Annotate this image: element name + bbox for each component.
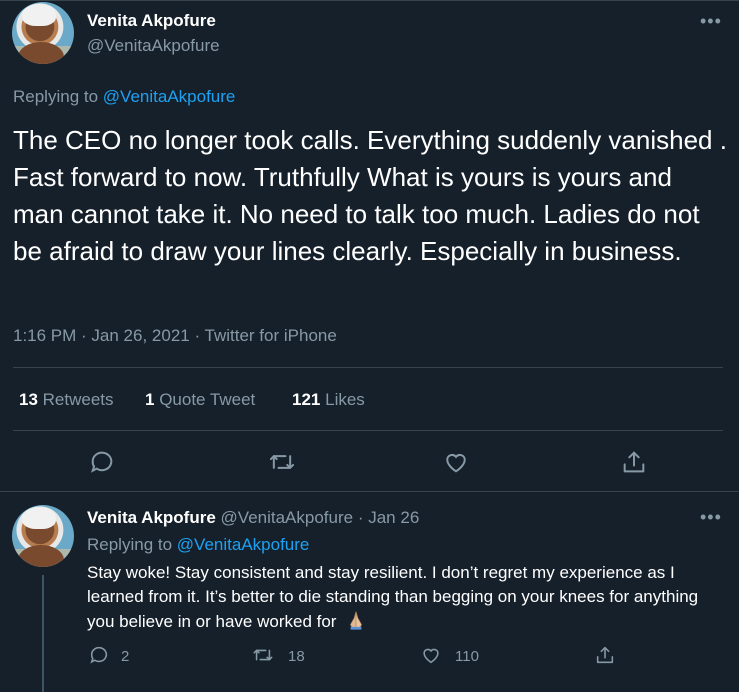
thread-line xyxy=(42,575,44,692)
retweets-label: Retweets xyxy=(42,390,114,409)
like-count: 110 xyxy=(455,648,479,665)
retweet-count: 18 xyxy=(288,648,305,665)
reply-icon[interactable] xyxy=(88,448,116,476)
reply-author-handle[interactable]: @VenitaAkpofure xyxy=(221,508,354,527)
top-border xyxy=(0,0,739,1)
reply-count: 2 xyxy=(121,648,130,665)
tweet-meta[interactable]: 1:16 PM · Jan 26, 2021 · Twitter for iPh… xyxy=(13,326,337,346)
replying-handle-link[interactable]: @VenitaAkpofure xyxy=(103,87,236,106)
reply-text-block: Stay woke! Stay consistent and stay resi… xyxy=(87,561,727,634)
author-avatar[interactable] xyxy=(12,2,74,64)
divider xyxy=(13,367,723,368)
tweet-separator xyxy=(0,491,739,492)
tweet-text: The CEO no longer took calls. Everything… xyxy=(13,125,727,266)
reply-author-name[interactable]: Venita Akpofure xyxy=(87,508,216,527)
more-icon[interactable]: ••• xyxy=(700,12,722,30)
replying-prefix: Replying to xyxy=(13,87,99,106)
author-handle[interactable]: @VenitaAkpofure xyxy=(87,36,220,56)
more-icon[interactable]: ••• xyxy=(700,508,722,526)
quotes-label: Quote Tweet xyxy=(159,390,256,409)
quotes-count: 1 xyxy=(145,390,155,409)
like-icon[interactable] xyxy=(420,644,442,668)
likes-count: 121 xyxy=(292,390,321,409)
reply-author-avatar[interactable] xyxy=(12,505,74,567)
replying-handle-link[interactable]: @VenitaAkpofure xyxy=(177,535,310,554)
reply-date[interactable]: · Jan 26 xyxy=(358,508,419,527)
reply-icon[interactable] xyxy=(88,644,110,668)
praying-hands-emoji xyxy=(345,609,367,631)
retweets-count: 13 xyxy=(19,390,38,409)
author-name[interactable]: Venita Akpofure xyxy=(87,11,216,31)
share-icon[interactable] xyxy=(620,448,648,476)
reply-replying-to: Replying to @VenitaAkpofure xyxy=(87,535,309,555)
divider xyxy=(13,430,723,431)
reply-header: Venita Akpofure @VenitaAkpofure · Jan 26 xyxy=(87,508,419,528)
reply-text: Stay woke! Stay consistent and stay resi… xyxy=(87,563,699,631)
retweets-stat[interactable]: 13 Retweets xyxy=(19,390,114,410)
replying-prefix: Replying to xyxy=(87,535,173,554)
quotes-stat[interactable]: 1 Quote Tweet xyxy=(145,390,255,410)
likes-stat[interactable]: 121 Likes xyxy=(292,390,365,410)
share-icon[interactable] xyxy=(594,644,616,668)
retweet-icon[interactable] xyxy=(268,448,296,476)
like-icon[interactable] xyxy=(442,448,470,476)
retweet-icon[interactable] xyxy=(252,644,274,668)
replying-to: Replying to @VenitaAkpofure xyxy=(13,87,235,107)
likes-label: Likes xyxy=(325,390,365,409)
